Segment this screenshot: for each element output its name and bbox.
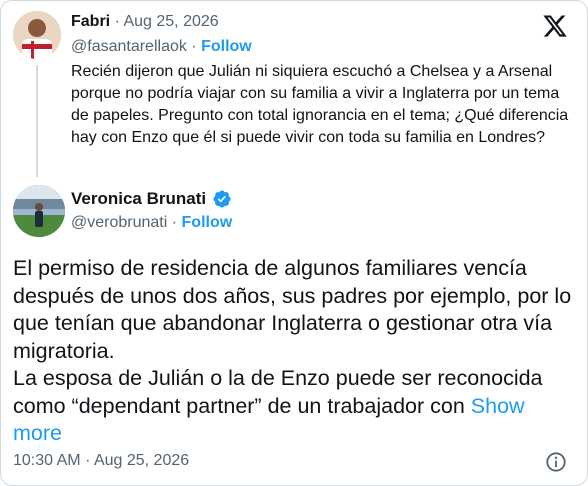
parent-subheader: @fasantarellaok · Follow bbox=[71, 38, 252, 56]
avatar-fabri[interactable] bbox=[13, 11, 61, 59]
avatar-image bbox=[13, 11, 61, 59]
quote-author-name[interactable]: Veronica Brunati bbox=[71, 189, 206, 209]
tweet-footer: 10:30 AM · Aug 25, 2026 bbox=[13, 452, 189, 470]
footer-separator: · bbox=[85, 452, 91, 469]
parent-handle[interactable]: @fasantarellaok bbox=[71, 38, 187, 55]
tweet-embed-card: Fabri · Aug 25, 2026 @fasantarellaok · F… bbox=[0, 0, 588, 486]
avatar-image bbox=[13, 185, 65, 237]
quote-follow-button[interactable]: Follow bbox=[182, 214, 233, 231]
tweet-date[interactable]: Aug 25, 2026 bbox=[94, 452, 189, 469]
parent-author-name[interactable]: Fabri bbox=[71, 13, 110, 30]
x-logo-icon[interactable] bbox=[541, 13, 569, 39]
parent-follow-separator: · bbox=[191, 38, 197, 55]
thread-connector-line bbox=[36, 65, 38, 177]
main-tweet-text: El permiso de residencia de algunos fami… bbox=[13, 255, 578, 448]
parent-follow-button[interactable]: Follow bbox=[201, 38, 252, 55]
parent-date[interactable]: Aug 25, 2026 bbox=[123, 13, 218, 30]
parent-header: Fabri · Aug 25, 2026 bbox=[71, 13, 219, 31]
quote-follow-separator: · bbox=[171, 214, 178, 231]
quote-subheader: @verobrunati · Follow bbox=[71, 214, 232, 232]
parent-separator: · bbox=[114, 13, 120, 30]
tweet-time[interactable]: 10:30 AM bbox=[13, 452, 81, 469]
quote-header: Veronica Brunati bbox=[71, 189, 232, 209]
quote-handle[interactable]: @verobrunati bbox=[71, 214, 167, 231]
parent-tweet-text: Recién dijeron que Julián ni siquiera es… bbox=[71, 63, 569, 146]
info-icon[interactable] bbox=[545, 451, 567, 473]
avatar-veronica[interactable] bbox=[13, 185, 65, 237]
verified-badge-icon bbox=[213, 190, 231, 208]
